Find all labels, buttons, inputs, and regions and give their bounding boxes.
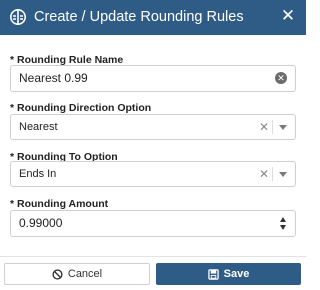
select-separator [272,167,273,181]
spin-down-icon[interactable] [280,225,286,230]
save-label: Save [223,268,250,280]
footer-divider [0,256,306,257]
amount-label: * Rounding Amount [10,198,109,210]
to-option-value: Ends In [19,168,57,180]
direction-label: * Rounding Direction Option [10,102,152,114]
save-button[interactable]: Save [156,263,301,285]
ban-icon [52,268,63,280]
dialog-header: Create / Update Rounding Rules ✕ [0,0,306,35]
clear-icon[interactable]: ✕ [259,167,269,181]
chevron-down-icon[interactable] [279,172,287,177]
rule-name-value: Nearest 0.99 [19,71,88,85]
rounding-rules-icon [9,8,27,26]
close-icon[interactable]: ✕ [279,7,297,25]
dialog-title: Create / Update Rounding Rules [34,9,244,25]
direction-select[interactable]: Nearest ✕ [10,114,296,140]
direction-value: Nearest [19,121,58,133]
to-option-select[interactable]: Ends In ✕ [10,161,296,187]
clear-icon[interactable]: ✕ [259,120,269,134]
amount-value: 0.99000 [19,216,63,230]
select-separator [272,120,273,134]
save-icon [207,268,219,280]
cancel-label: Cancel [67,268,103,280]
rule-name-input[interactable]: Nearest 0.99 ✕ [10,65,296,92]
cancel-button[interactable]: Cancel [4,263,150,285]
amount-stepper[interactable]: 0.99000 [10,210,296,237]
clear-circle-icon[interactable]: ✕ [275,72,287,84]
spin-up-icon[interactable] [280,217,286,222]
chevron-down-icon[interactable] [279,125,287,130]
